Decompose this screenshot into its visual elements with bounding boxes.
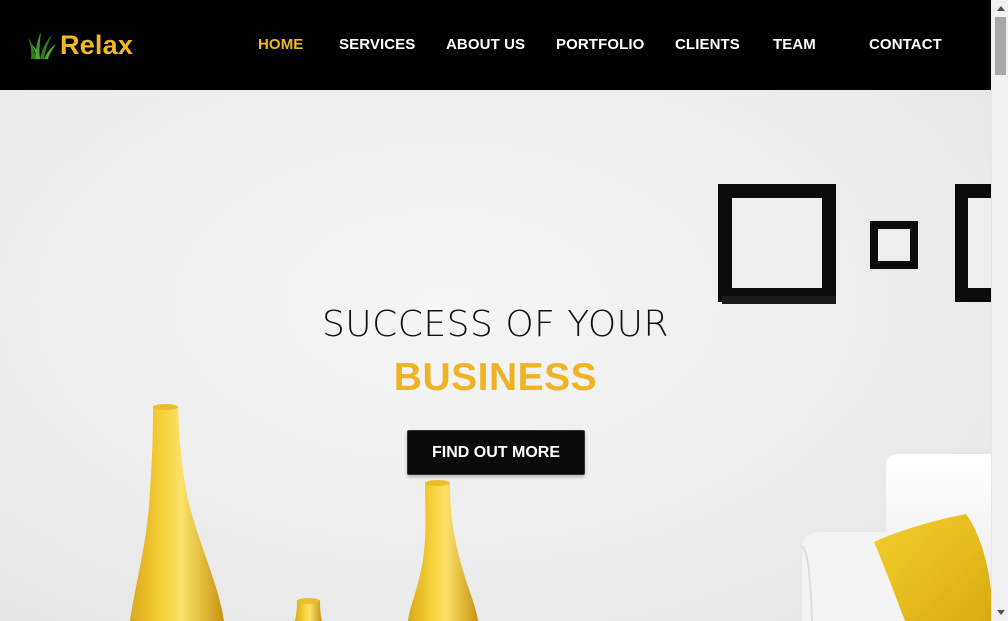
vertical-scrollbar[interactable] xyxy=(991,0,1008,621)
scroll-down-arrow-icon[interactable] xyxy=(992,604,1008,621)
nav-contact[interactable]: CONTACT xyxy=(869,36,942,53)
nav-services[interactable]: SERVICES xyxy=(339,36,415,53)
scroll-up-arrow-icon[interactable] xyxy=(992,0,1008,17)
grass-icon xyxy=(28,32,56,59)
brand-name: Relax xyxy=(60,29,134,60)
nav-team[interactable]: TEAM xyxy=(773,36,816,53)
nav-about-us[interactable]: ABOUT US xyxy=(446,36,525,53)
nav-clients[interactable]: CLIENTS xyxy=(675,36,740,53)
hero-section: SUCCESS OF YOUR BUSINESS FIND OUT MORE xyxy=(0,90,991,621)
nav-portfolio[interactable]: PORTFOLIO xyxy=(556,36,644,53)
top-navbar: Relax HOME SERVICES ABOUT US PORTFOLIO C… xyxy=(0,0,991,90)
hero-title: SUCCESS OF YOUR xyxy=(321,304,670,345)
hero-subtitle: BUSINESS xyxy=(393,356,598,399)
scrollbar-thumb[interactable] xyxy=(995,17,1006,75)
nav-home[interactable]: HOME xyxy=(258,36,303,53)
find-out-more-button[interactable]: FIND OUT MORE xyxy=(407,430,585,475)
brand-logo[interactable]: Relax xyxy=(28,28,133,62)
wall-frames xyxy=(718,184,991,304)
